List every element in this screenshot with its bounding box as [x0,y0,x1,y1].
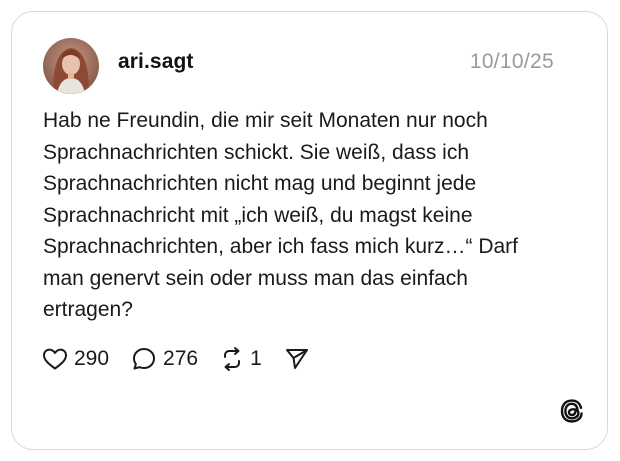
paper-plane-icon [285,349,308,369]
post-text-line: Sprachnachrichten schickt. Sie weiß, das… [43,140,470,164]
post-text-line: man genervt sein oder muss man das einfa… [43,266,468,290]
like-button[interactable]: 290 [42,347,109,371]
post-text-line: Sprachnachricht mit „ich weiß, du magst … [43,203,473,227]
avatar[interactable] [43,38,99,94]
post-text-line: Sprachnachrichten, aber ich fass mich ku… [43,235,519,258]
post-text-line: Sprachnachrichten nicht mag und beginnt … [43,172,477,195]
repost-icon [224,347,241,371]
post-text: Hab ne Freundin, die mir seit Monaten nu… [43,105,563,326]
comment-button[interactable]: 276 [131,346,198,372]
avatar-image [43,38,99,94]
post-text-line: Hab ne Freundin, die mir seit Monaten nu… [43,109,488,132]
repost-button[interactable]: 1 [220,346,262,372]
heart-icon [43,348,67,370]
username[interactable]: ari.sagt [118,50,194,74]
threads-logo-glyph [560,399,583,423]
threads-logo-icon[interactable] [559,398,585,424]
share-button[interactable] [284,347,310,371]
post-text-line: ertragen? [43,298,133,321]
post-date: 10/10/25 [469,50,554,73]
action-bar: 290 276 1 [42,344,332,374]
comment-count: 276 [163,347,199,370]
repost-count: 1 [250,347,262,370]
speech-bubble-icon [133,348,156,370]
like-count: 290 [74,347,110,370]
post-card: ari.sagt 10/10/25 Hab ne Freundin, die m… [11,11,608,450]
